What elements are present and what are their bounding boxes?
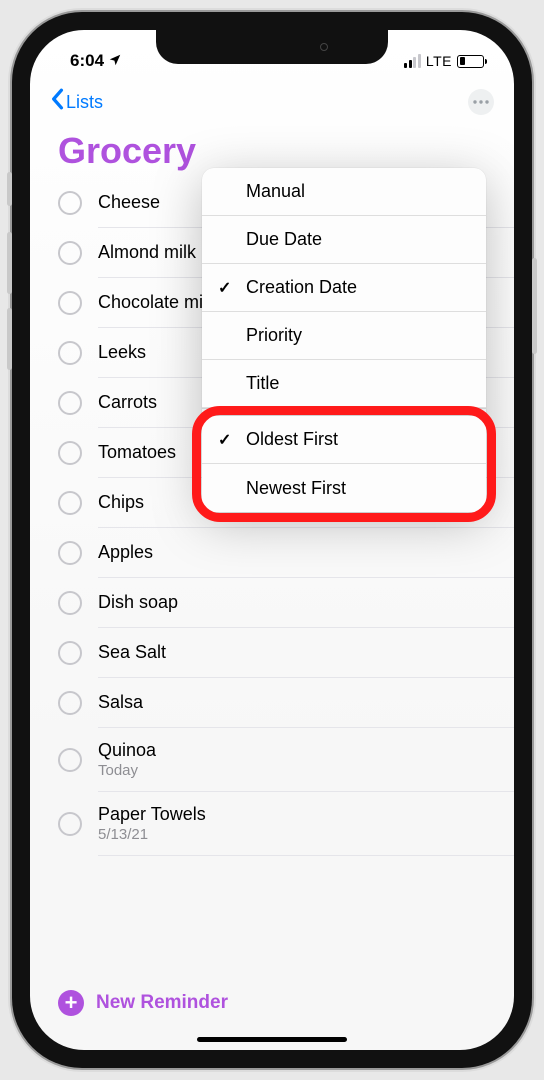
reminder-content[interactable]: Sea Salt xyxy=(98,628,514,678)
reminder-item[interactable]: Sea Salt xyxy=(58,628,514,678)
complete-circle[interactable] xyxy=(58,241,82,265)
reminder-subtitle: 5/13/21 xyxy=(98,826,490,843)
reminder-title: Dish soap xyxy=(98,592,490,613)
complete-circle[interactable] xyxy=(58,812,82,836)
complete-circle[interactable] xyxy=(58,541,82,565)
reminder-item[interactable]: Paper Towels5/13/21 xyxy=(58,792,514,856)
reminder-title: Paper Towels xyxy=(98,804,490,825)
reminder-content[interactable]: Dish soap xyxy=(98,578,514,628)
order-option[interactable]: Newest First xyxy=(202,464,486,512)
complete-circle[interactable] xyxy=(58,748,82,772)
new-reminder-label: New Reminder xyxy=(96,992,228,1014)
silent-switch[interactable] xyxy=(7,172,12,206)
volume-up-button[interactable] xyxy=(7,232,12,294)
sort-option[interactable]: ✓ Creation Date xyxy=(202,264,486,312)
home-indicator[interactable] xyxy=(197,1037,347,1042)
reminder-subtitle: Today xyxy=(98,762,490,779)
checkmark-icon: ✓ xyxy=(218,278,231,298)
reminder-content[interactable]: Paper Towels5/13/21 xyxy=(98,792,514,856)
complete-circle[interactable] xyxy=(58,191,82,215)
reminder-content[interactable]: Apples xyxy=(98,528,514,578)
complete-circle[interactable] xyxy=(58,291,82,315)
battery-icon xyxy=(457,55,484,68)
complete-circle[interactable] xyxy=(58,391,82,415)
volume-down-button[interactable] xyxy=(7,308,12,370)
complete-circle[interactable] xyxy=(58,591,82,615)
camera-icon xyxy=(320,43,328,51)
menu-item-label: Newest First xyxy=(246,478,346,499)
reminder-item[interactable]: Dish soap xyxy=(58,578,514,628)
complete-circle[interactable] xyxy=(58,641,82,665)
reminder-item[interactable]: Salsa xyxy=(58,678,514,728)
reminder-title: Apples xyxy=(98,542,490,563)
sort-option[interactable]: Title xyxy=(202,360,486,408)
reminder-item[interactable]: Apples xyxy=(58,528,514,578)
menu-item-label: Oldest First xyxy=(246,429,338,450)
back-label: Lists xyxy=(66,92,103,113)
reminder-title: Salsa xyxy=(98,692,490,713)
menu-item-label: Title xyxy=(246,373,279,394)
reminder-title: Sea Salt xyxy=(98,642,490,663)
chevron-left-icon xyxy=(50,88,64,117)
complete-circle[interactable] xyxy=(58,341,82,365)
reminder-content[interactable]: Salsa xyxy=(98,678,514,728)
nav-bar: Lists xyxy=(30,78,514,126)
plus-circle-icon: + xyxy=(58,990,84,1016)
complete-circle[interactable] xyxy=(58,441,82,465)
sort-option[interactable]: Priority xyxy=(202,312,486,360)
complete-circle[interactable] xyxy=(58,491,82,515)
sort-option[interactable]: Due Date xyxy=(202,216,486,264)
device-frame: 6:04 LTE Lists Grocery C xyxy=(12,12,532,1068)
sort-menu: Manual Due Date ✓ Creation Date Priority Titl… xyxy=(202,168,486,512)
order-option[interactable]: ✓ Oldest First xyxy=(202,416,486,464)
location-icon xyxy=(108,53,122,70)
screen: 6:04 LTE Lists Grocery C xyxy=(30,30,514,1050)
notch xyxy=(156,30,388,64)
menu-item-label: Manual xyxy=(246,181,305,202)
menu-item-label: Creation Date xyxy=(246,277,357,298)
power-button[interactable] xyxy=(532,258,537,354)
reminder-item[interactable]: QuinoaToday xyxy=(58,728,514,792)
more-button[interactable] xyxy=(468,89,494,115)
reminder-content[interactable]: QuinoaToday xyxy=(98,728,514,792)
complete-circle[interactable] xyxy=(58,691,82,715)
new-reminder-button[interactable]: + New Reminder xyxy=(58,990,486,1016)
sort-option[interactable]: Manual xyxy=(202,168,486,216)
cell-signal-icon xyxy=(404,54,421,68)
footer: + New Reminder xyxy=(30,990,514,1016)
status-time: 6:04 xyxy=(70,51,104,71)
checkmark-icon: ✓ xyxy=(218,430,231,450)
status-left: 6:04 xyxy=(70,51,122,71)
menu-item-label: Priority xyxy=(246,325,302,346)
ellipsis-icon xyxy=(473,100,489,104)
reminder-title: Quinoa xyxy=(98,740,490,761)
menu-separator xyxy=(202,408,486,416)
network-label: LTE xyxy=(426,53,452,69)
menu-item-label: Due Date xyxy=(246,229,322,250)
status-right: LTE xyxy=(404,53,484,69)
back-button[interactable]: Lists xyxy=(50,88,103,117)
